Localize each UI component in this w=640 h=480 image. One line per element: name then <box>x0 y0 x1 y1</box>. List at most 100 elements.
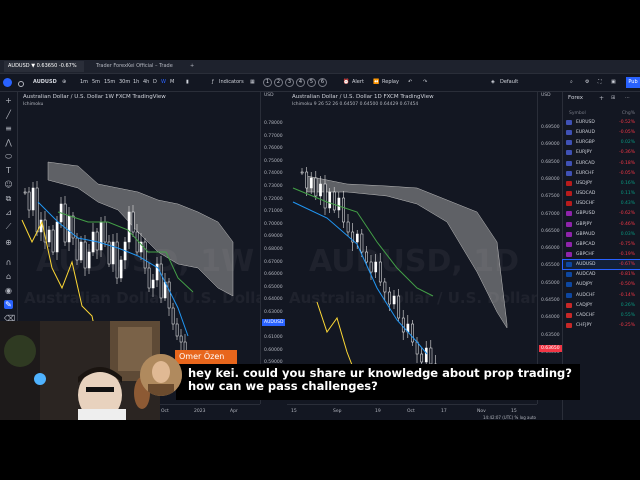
search-icon[interactable] <box>18 81 24 87</box>
watchlist-change: -0.36% <box>619 150 635 156</box>
redo-icon[interactable]: ↷ <box>423 77 427 88</box>
undo-icon[interactable]: ↶ <box>408 77 412 88</box>
weekly-price-axis[interactable]: USD 0.78000 0.77000 0.76000 0.75000 0.74000 0… <box>260 92 287 404</box>
watchlist-item-gbpcad[interactable]: GBPCAD -0.75% <box>563 240 640 249</box>
indicators-button[interactable]: Indicators <box>219 77 244 88</box>
price-tick-label: 0.63000 <box>264 310 283 315</box>
interval-30m[interactable]: 30m <box>119 77 130 88</box>
watchlist-item-audusd[interactable]: AUDUSD -0.67% <box>562 259 640 271</box>
zoom-in-icon[interactable]: ⊕ <box>4 238 13 247</box>
candle-body <box>51 229 55 253</box>
daily-time-axis[interactable]: 14:42:07 (UTC) % log auto 15 Sep 19 Oct 17 No… <box>287 404 537 420</box>
interval-1h[interactable]: 1h <box>133 77 139 88</box>
add-symbol-icon[interactable]: + <box>599 95 604 102</box>
user-avatar[interactable] <box>3 78 12 87</box>
currency-flag-icon <box>566 211 572 217</box>
status-bar-text: 14:42:07 (UTC) % log auto <box>483 415 537 420</box>
publish-button[interactable]: Pub <box>626 77 640 88</box>
candle-body <box>35 187 39 233</box>
watchlist-item-audcad[interactable]: AUDCAD -0.81% <box>563 270 640 279</box>
candle-body <box>397 295 401 319</box>
watchlist-settings-icon[interactable]: ⊞ <box>611 95 615 101</box>
watchlist-item-gbpaud[interactable]: GBPAUD 0.03% <box>563 230 640 239</box>
candles-icon[interactable]: ▮ <box>186 77 189 88</box>
browser-tab-chart[interactable]: AUDUSD ▼ 0.63650 -0.67% <box>4 61 84 72</box>
interval-m[interactable]: M <box>170 77 174 88</box>
measure-icon[interactable]: ⊿ <box>4 208 13 217</box>
indicators-icon[interactable]: ƒ <box>212 77 214 88</box>
watchlist-item-euraud[interactable]: EURAUD -0.05% <box>563 128 640 137</box>
currency-flag-icon <box>566 180 572 186</box>
layout-6-button[interactable]: 6 <box>318 78 327 87</box>
pattern-icon[interactable]: ⋀ <box>4 138 13 147</box>
layout-button-group: 123456 <box>263 77 327 88</box>
layout-1-button[interactable]: 1 <box>263 78 272 87</box>
watchlist-item-gbpchf[interactable]: GBPCHF -0.19% <box>563 250 640 259</box>
watchlist-symbol: AUDJPY <box>576 282 593 288</box>
watchlist-item-eurchf[interactable]: EURCHF -0.05% <box>563 169 640 178</box>
watchlist-item-audjpy[interactable]: AUDJPY -0.50% <box>563 280 640 289</box>
daily-chart-pane[interactable]: AUDUSD, 1D Australian Dollar / U.S. Doll… <box>287 92 537 404</box>
tab-label: Trader ForexKei Official – Trade <box>96 63 173 69</box>
watchlist-item-cadchf[interactable]: CADCHF 0.55% <box>563 311 640 320</box>
layout-icon[interactable]: ◈ <box>491 77 495 88</box>
layout-2-button[interactable]: 2 <box>274 78 283 87</box>
browser-tab-bar: AUDUSD ▼ 0.63650 -0.67% Trader ForexKei … <box>0 60 640 74</box>
alert-button[interactable]: Alert <box>352 77 364 88</box>
watchlist-item-eurgbp[interactable]: EURGBP 0.02% <box>563 138 640 147</box>
replay-icon[interactable]: ⏪ <box>373 77 379 88</box>
compare-add-icon[interactable]: ⊕ <box>62 77 66 88</box>
text-icon[interactable]: T <box>4 166 13 175</box>
watchlist-item-cadjpy[interactable]: CADJPY 0.26% <box>563 301 640 310</box>
watchlist-item-gbpusd[interactable]: GBPUSD -0.62% <box>563 209 640 218</box>
layout-3-button[interactable]: 3 <box>285 78 294 87</box>
new-tab-button[interactable]: + <box>186 61 198 72</box>
layout-5-button[interactable]: 5 <box>307 78 316 87</box>
watchlist-item-eurcad[interactable]: EURCAD -0.18% <box>563 159 640 168</box>
watchlist-item-audchf[interactable]: AUDCHF -0.14% <box>563 291 640 300</box>
ruler-icon[interactable]: ⟋ <box>4 222 13 231</box>
magnet-icon[interactable]: ∩ <box>4 258 13 267</box>
interval-1m[interactable]: 1m <box>80 77 88 88</box>
trend-line-icon[interactable]: ╱ <box>4 110 13 119</box>
watchlist-title[interactable]: Forex <box>568 95 583 101</box>
interval-5m[interactable]: 5m <box>92 77 100 88</box>
watchlist-item-usdchf[interactable]: USDCHF 0.43% <box>563 199 640 208</box>
brush-icon[interactable]: ⬭ <box>4 152 13 161</box>
watchlist-item-usdcad[interactable]: USDCAD 0.11% <box>563 189 640 198</box>
watchlist-symbol: GBPUSD <box>576 211 595 217</box>
watchlist-symbol: USDCAD <box>576 191 596 197</box>
crosshair-icon[interactable]: + <box>4 96 13 105</box>
watchlist-item-eurusd[interactable]: EURUSD -0.52% <box>563 118 640 127</box>
interval-4h[interactable]: 4h <box>143 77 149 88</box>
symbol-search-button[interactable]: AUDUSD <box>33 77 57 88</box>
eye-icon[interactable]: ◉ <box>4 286 13 295</box>
icons-tool-icon[interactable]: ☺ <box>4 180 13 189</box>
camera-icon[interactable]: ▣ <box>611 77 616 88</box>
favorites-icon[interactable]: ✎ <box>4 300 13 309</box>
interval-d[interactable]: D <box>153 77 157 88</box>
candle-body <box>337 197 341 211</box>
watchlist-item-eurjpy[interactable]: EURJPY -0.36% <box>563 148 640 157</box>
watchlist-change: 0.26% <box>620 302 635 308</box>
prediction-icon[interactable]: ⧉ <box>4 194 13 203</box>
fullscreen-icon[interactable]: ⛶ <box>598 77 602 88</box>
watchlist-item-gbpjpy[interactable]: GBPJPY -0.46% <box>563 220 640 229</box>
settings-icon[interactable]: ⚙ <box>585 77 589 88</box>
replay-button[interactable]: Replay <box>382 77 399 88</box>
browser-tab-stream[interactable]: Trader ForexKei Official – Trade <box>92 61 180 72</box>
layout-4-button[interactable]: 4 <box>296 78 305 87</box>
interval-w[interactable]: W <box>161 77 166 88</box>
webcam-overlay <box>0 321 160 420</box>
more-icon[interactable]: ⋯ <box>625 95 630 101</box>
lock-icon[interactable]: ⌂ <box>4 272 13 281</box>
layout-default-button[interactable]: Default <box>500 77 518 88</box>
fib-icon[interactable]: ≡ <box>4 124 13 133</box>
quick-search-icon[interactable]: ⌕ <box>570 77 573 88</box>
daily-price-axis[interactable]: USD 0.69500 0.69000 0.68500 0.68000 0.67500 0… <box>537 92 563 404</box>
watchlist-item-usdjpy[interactable]: USDJPY 0.16% <box>563 179 640 188</box>
alert-icon[interactable]: ⏰ <box>343 77 349 88</box>
watchlist-item-chfjpy[interactable]: CHFJPY -0.25% <box>563 321 640 330</box>
templates-icon[interactable]: ▦ <box>250 77 255 88</box>
interval-15m[interactable]: 15m <box>104 77 115 88</box>
